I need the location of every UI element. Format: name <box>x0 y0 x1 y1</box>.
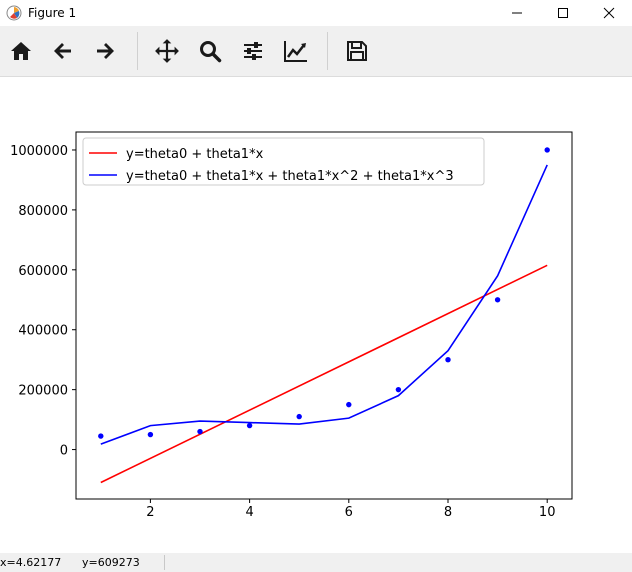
data-point <box>147 431 154 438</box>
toolbar-separator <box>137 32 138 70</box>
back-arrow-icon <box>54 43 71 59</box>
cursor-x-readout: x=4.62177 <box>0 556 62 569</box>
y-tick-label: 200000 <box>18 384 68 399</box>
window-controls <box>494 0 632 26</box>
x-tick-label: 10 <box>539 505 556 520</box>
close-icon <box>603 7 615 19</box>
edit-axis-button[interactable] <box>281 36 311 66</box>
data-point <box>197 428 203 435</box>
data-point <box>395 386 402 393</box>
home-icon <box>11 42 31 60</box>
figure-canvas[interactable]: 2 4 6 8 10 0 200000 400000 600000 800000 1000000 y=… <box>0 77 632 552</box>
axes-frame <box>75 131 573 500</box>
matplotlib-logo-icon <box>6 5 22 21</box>
title-bar: Figure 1 <box>0 0 632 26</box>
forward-button[interactable] <box>90 36 120 66</box>
save-icon <box>347 41 367 61</box>
window-title: Figure 1 <box>28 6 77 20</box>
zoom-icon <box>200 41 222 63</box>
navigation-toolbar <box>0 26 632 77</box>
status-bar: x=4.62177 y=609273 <box>0 553 632 572</box>
y-tick-label: 1000000 <box>10 144 68 159</box>
x-tick-label: 8 <box>444 505 452 520</box>
data-point <box>445 356 451 363</box>
save-button[interactable] <box>342 36 372 66</box>
plot-svg[interactable]: 2 4 6 8 10 0 200000 400000 600000 800000 1000000 y=… <box>0 77 632 552</box>
pan-button[interactable] <box>152 36 182 66</box>
data-point <box>544 147 550 153</box>
legend-label: y=theta0 + theta1*x <box>126 147 264 162</box>
back-button[interactable] <box>48 36 78 66</box>
configure-subplots-icon <box>244 42 262 60</box>
minimize-icon <box>512 12 522 14</box>
status-separator <box>164 555 165 570</box>
y-tick-label: 800000 <box>18 204 68 219</box>
y-tick-label: 400000 <box>18 324 68 339</box>
toolbar-separator <box>327 32 328 70</box>
minimize-button[interactable] <box>494 0 540 26</box>
data-point <box>494 297 501 303</box>
data-point <box>246 422 253 429</box>
data-point <box>296 413 302 420</box>
x-tick-label: 6 <box>345 505 353 520</box>
legend-label: y=theta0 + theta1*x + theta1*x^2 + theta… <box>126 169 454 184</box>
edit-axis-icon <box>284 41 307 62</box>
zoom-button[interactable] <box>195 36 225 66</box>
close-button[interactable] <box>586 0 632 26</box>
forward-arrow-icon <box>97 43 114 59</box>
pan-icon <box>155 39 179 63</box>
x-tick-label: 4 <box>245 505 253 520</box>
y-tick-label: 600000 <box>18 264 68 279</box>
data-point <box>98 433 104 439</box>
data-point <box>346 401 352 408</box>
y-tick-label: 0 <box>60 444 68 459</box>
maximize-icon <box>558 8 568 18</box>
configure-subplots-button[interactable] <box>238 36 268 66</box>
home-button[interactable] <box>6 36 36 66</box>
x-tick-label: 2 <box>146 505 154 520</box>
maximize-button[interactable] <box>540 0 586 26</box>
cursor-y-readout: y=609273 <box>82 556 140 569</box>
